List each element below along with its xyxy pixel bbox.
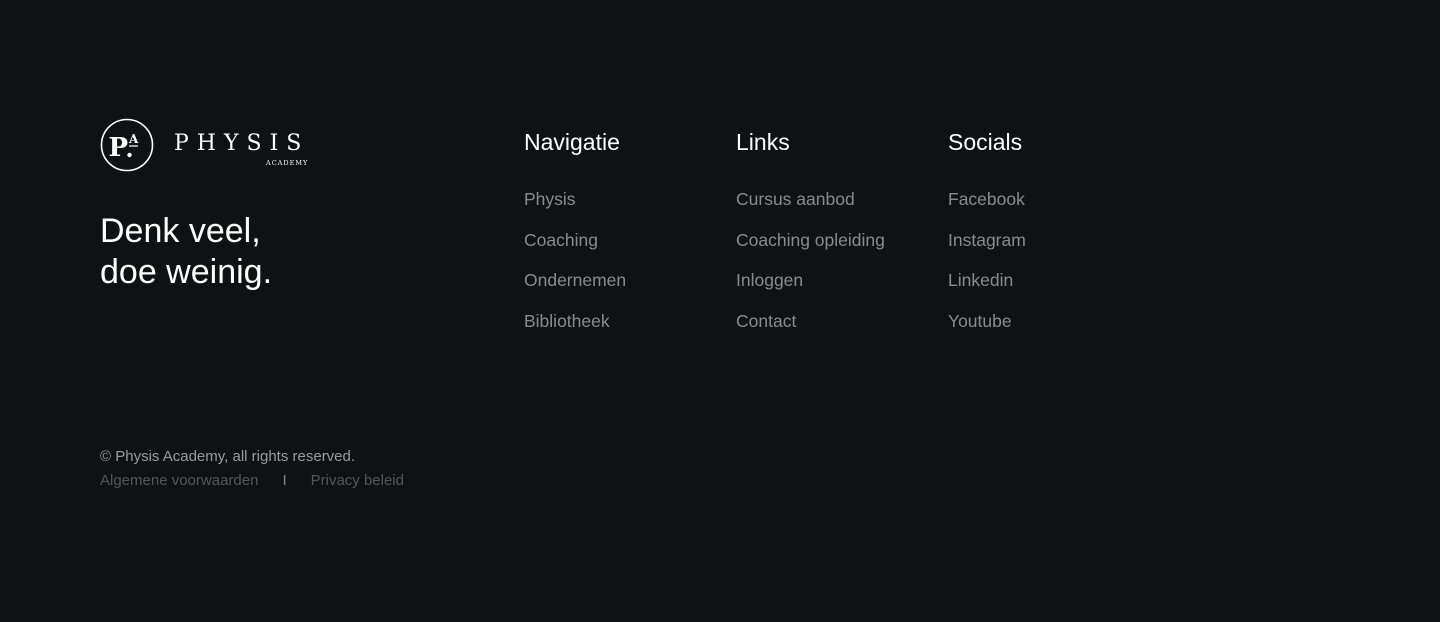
legal-links: Algemene voorwaarden I Privacy beleid bbox=[100, 471, 404, 491]
social-link-youtube[interactable]: Youtube bbox=[948, 311, 1012, 331]
pa-monogram-circle-icon: P A bbox=[100, 118, 154, 172]
list-item: Ondernemen bbox=[524, 269, 724, 310]
logo-subtitle: ACADEMY bbox=[266, 159, 309, 167]
physis-academy-logo[interactable]: P A PHYSIS ACADEMY bbox=[100, 118, 320, 172]
site-footer: P A PHYSIS ACADEMY Denk veel, doe weinig… bbox=[0, 0, 1440, 622]
terms-link[interactable]: Algemene voorwaarden bbox=[100, 472, 258, 489]
social-link-linkedin[interactable]: Linkedin bbox=[948, 270, 1013, 290]
list-item: Cursus aanbod bbox=[736, 188, 936, 229]
link-contact[interactable]: Contact bbox=[736, 311, 796, 331]
list-item: Facebook bbox=[948, 188, 1148, 229]
list-item: Linkedin bbox=[948, 269, 1148, 310]
link-cursus-aanbod[interactable]: Cursus aanbod bbox=[736, 189, 855, 209]
navigatie-heading: Navigatie bbox=[524, 129, 620, 155]
logo-wordmark: PHYSIS bbox=[174, 131, 310, 156]
monogram-main-letter: P bbox=[109, 133, 129, 163]
nav-link-physis[interactable]: Physis bbox=[524, 189, 576, 209]
nav-link-bibliotheek[interactable]: Bibliotheek bbox=[524, 311, 610, 331]
links-heading: Links bbox=[736, 129, 790, 155]
socials-heading: Socials bbox=[948, 129, 1023, 155]
navigatie-column: Navigatie Physis Coaching Ondernemen Bib… bbox=[524, 128, 724, 350]
navigatie-list: Physis Coaching Ondernemen Bibliotheek bbox=[524, 188, 724, 350]
social-link-facebook[interactable]: Facebook bbox=[948, 189, 1025, 209]
list-item: Bibliotheek bbox=[524, 310, 724, 351]
copyright-text: © Physis Academy, all rights reserved. bbox=[100, 448, 356, 465]
links-column: Links Cursus aanbod Coaching opleiding I… bbox=[736, 128, 936, 350]
nav-link-ondernemen[interactable]: Ondernemen bbox=[524, 270, 626, 290]
list-item: Coaching bbox=[524, 229, 724, 270]
legal-separator: I bbox=[282, 472, 287, 489]
monogram-small-letter: A bbox=[128, 132, 139, 146]
socials-list: Facebook Instagram Linkedin Youtube bbox=[948, 188, 1148, 350]
list-item: Coaching opleiding bbox=[736, 229, 936, 270]
list-item: Physis bbox=[524, 188, 724, 229]
privacy-link[interactable]: Privacy beleid bbox=[311, 472, 404, 489]
tagline-line-1: Denk veel, bbox=[100, 212, 261, 250]
link-coaching-opleiding[interactable]: Coaching opleiding bbox=[736, 230, 885, 250]
links-list: Cursus aanbod Coaching opleiding Inlogge… bbox=[736, 188, 936, 350]
list-item: Instagram bbox=[948, 229, 1148, 270]
list-item: Inloggen bbox=[736, 269, 936, 310]
link-inloggen[interactable]: Inloggen bbox=[736, 270, 803, 290]
list-item: Contact bbox=[736, 310, 936, 351]
socials-column: Socials Facebook Instagram Linkedin Yout… bbox=[948, 128, 1148, 350]
nav-link-coaching[interactable]: Coaching bbox=[524, 230, 598, 250]
tagline-line-2: doe weinig. bbox=[100, 253, 273, 291]
social-link-instagram[interactable]: Instagram bbox=[948, 230, 1026, 250]
tagline: Denk veel, doe weinig. bbox=[100, 211, 420, 293]
list-item: Youtube bbox=[948, 310, 1148, 351]
